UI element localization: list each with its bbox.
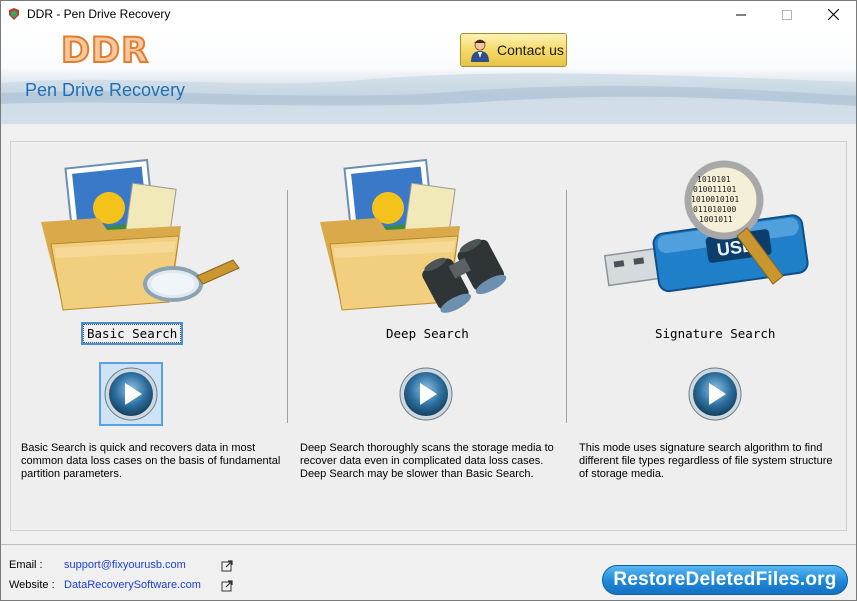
deep-search-start-button[interactable] — [394, 362, 458, 426]
user-support-icon — [471, 39, 489, 62]
external-link-icon[interactable] — [221, 580, 233, 592]
brand-banner-link[interactable]: RestoreDeletedFiles.org — [602, 565, 848, 595]
website-link[interactable]: DataRecoverySoftware.com — [64, 579, 201, 591]
basic-search-start-button[interactable] — [99, 362, 163, 426]
maximize-button[interactable] — [764, 1, 810, 28]
basic-search-column: Basic Search Basic Search is quick and r… — [11, 142, 281, 532]
svg-text:010011101: 010011101 — [693, 185, 737, 194]
folder-magnifier-icon — [41, 158, 240, 311]
column-divider — [287, 190, 288, 423]
window-title: DDR - Pen Drive Recovery — [27, 7, 171, 21]
signature-search-column: USB 1010101 010011101 1010010101 0110101… — [569, 142, 839, 532]
deep-search-label[interactable]: Deep Search — [382, 324, 473, 343]
website-label: Website : — [9, 579, 55, 591]
close-icon — [827, 9, 839, 20]
email-link[interactable]: support@fixyourusb.com — [64, 559, 186, 571]
basic-search-label[interactable]: Basic Search — [80, 322, 184, 345]
product-name: Pen Drive Recovery — [25, 80, 186, 100]
maximize-icon — [782, 9, 792, 20]
title-bar[interactable]: DDR - Pen Drive Recovery — [1, 1, 856, 28]
svg-text:1010101: 1010101 — [697, 175, 731, 184]
header-banner: DDR Pen Drive Recovery Contact us — [1, 28, 856, 124]
signature-search-start-button[interactable] — [683, 362, 747, 426]
basic-search-description: Basic Search is quick and recovers data … — [21, 442, 281, 480]
usb-magnifier-icon: USB 1010101 010011101 1010010101 0110101… — [603, 160, 809, 293]
deep-search-column: Deep Search Deep Search thoroughly scans… — [290, 142, 560, 532]
app-icon — [9, 8, 19, 20]
svg-text:1010010101: 1010010101 — [691, 195, 739, 204]
play-icon — [104, 367, 158, 421]
play-icon — [688, 367, 742, 421]
signature-search-label[interactable]: Signature Search — [651, 324, 779, 343]
contact-us-label: Contact us — [497, 42, 564, 58]
app-window: DDR - Pen Drive Recovery DDR Pen Drive R… — [0, 0, 857, 601]
minimize-icon — [736, 14, 746, 15]
external-link-icon[interactable] — [221, 560, 233, 572]
signature-search-description: This mode uses signature search algorith… — [579, 442, 833, 480]
brand-text: RestoreDeletedFiles.org — [613, 569, 837, 590]
close-button[interactable] — [810, 1, 856, 28]
deep-search-description: Deep Search thoroughly scans the storage… — [300, 442, 554, 480]
logo-ddr: DDR — [60, 30, 150, 72]
email-label: Email : — [9, 559, 43, 571]
play-icon — [399, 367, 453, 421]
svg-text:011010100: 011010100 — [693, 205, 737, 214]
column-divider — [566, 190, 567, 423]
svg-text:1001011: 1001011 — [699, 215, 733, 224]
footer-divider — [1, 544, 856, 545]
minimize-button[interactable] — [718, 1, 764, 28]
contact-us-button[interactable]: Contact us — [460, 33, 567, 67]
folder-binoculars-icon — [320, 158, 507, 313]
search-mode-panel: Basic Search Basic Search is quick and r… — [10, 141, 847, 531]
